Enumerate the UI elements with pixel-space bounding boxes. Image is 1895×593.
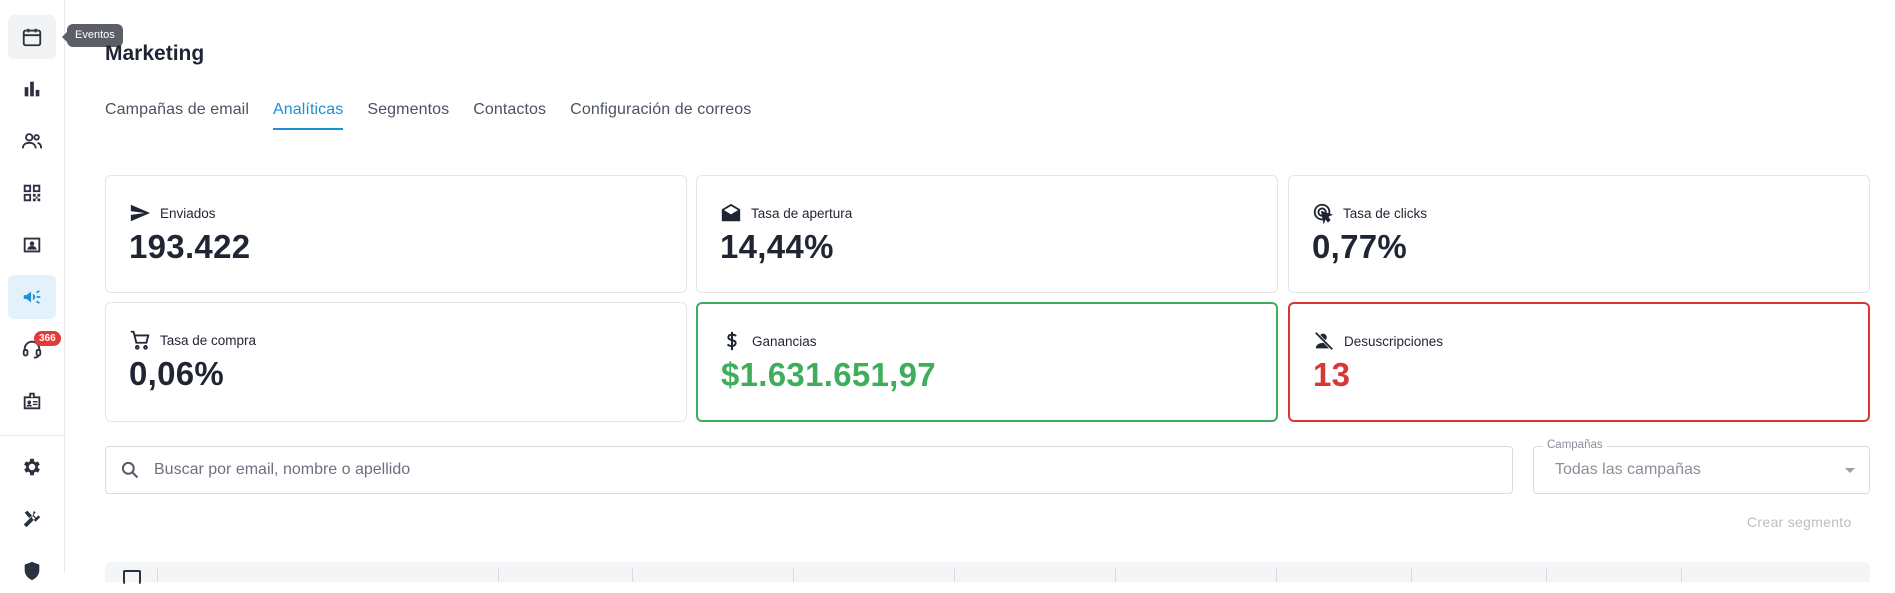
metric-card-open-rate: Tasa de apertura 14,44% <box>696 175 1278 293</box>
column-divider <box>954 568 955 582</box>
settings-gear-icon <box>24 458 40 476</box>
column-divider <box>1546 568 1547 582</box>
metric-card-unsubscribes: Desuscripciones 13 <box>1288 302 1870 422</box>
sidebar-item-marketing[interactable] <box>8 275 56 319</box>
click-icon <box>1313 203 1334 224</box>
column-divider <box>632 568 633 582</box>
sidebar-item-security[interactable] <box>8 549 56 593</box>
sidebar-item-support[interactable]: 366 <box>8 327 61 371</box>
metric-value: 0,06% <box>129 355 225 392</box>
notification-badge: 366 <box>34 331 61 346</box>
bar-chart-icon <box>24 81 40 97</box>
create-segment-button[interactable]: Crear segmento <box>1747 514 1852 530</box>
sidebar-item-stats[interactable] <box>8 67 56 111</box>
column-divider <box>157 568 158 582</box>
campaign-select-value: Todas las campañas <box>1555 461 1701 478</box>
column-divider <box>793 568 794 582</box>
sidebar-item-people[interactable] <box>8 119 56 163</box>
megaphone-icon <box>23 290 41 304</box>
metric-card-click-rate: Tasa de clicks 0,77% <box>1288 175 1870 293</box>
sidebar-item-qr[interactable] <box>8 171 56 215</box>
sidebar-item-settings[interactable] <box>8 445 56 489</box>
metric-label: Tasa de apertura <box>751 205 853 221</box>
metric-card-earnings: Ganancias $1.631.651,97 <box>696 302 1278 422</box>
sidebar-item-contacts[interactable] <box>8 223 56 267</box>
tab-segments[interactable]: Segmentos <box>367 101 449 130</box>
metric-label: Tasa de compra <box>160 332 257 348</box>
table-header <box>105 562 1870 584</box>
metric-value: 13 <box>1313 356 1351 393</box>
qr-code-icon <box>23 184 41 202</box>
campaign-select-label: Campañas <box>1543 439 1607 451</box>
metric-value: 14,44% <box>720 228 834 265</box>
metric-value: 0,77% <box>1312 228 1408 265</box>
metric-label: Enviados <box>160 205 216 221</box>
metric-label: Tasa de clicks <box>1343 205 1428 221</box>
security-shield-icon <box>24 561 40 581</box>
page-title: Marketing <box>105 42 205 65</box>
column-divider <box>1115 568 1116 582</box>
search-box <box>105 446 1513 494</box>
metric-label: Desuscripciones <box>1344 333 1444 349</box>
contact-card-icon <box>23 237 41 253</box>
tab-mail-settings[interactable]: Configuración de correos <box>570 101 751 130</box>
badge-icon <box>23 392 41 410</box>
send-icon <box>130 204 151 222</box>
search-icon <box>121 461 139 479</box>
sidebar-item-badges[interactable] <box>8 379 56 423</box>
sidebar-item-events[interactable] <box>8 15 56 59</box>
tab-contacts[interactable]: Contactos <box>473 101 546 130</box>
metric-card-purchase-rate: Tasa de compra 0,06% <box>105 302 687 422</box>
column-divider <box>498 568 499 582</box>
sidebar-item-tools[interactable] <box>8 497 56 541</box>
search-input[interactable] <box>154 461 1454 479</box>
sidebar-divider <box>0 435 64 436</box>
campaign-select[interactable]: Campañas Todas las campañas <box>1533 439 1870 494</box>
dollar-icon <box>726 331 737 351</box>
tab-email-campaigns[interactable]: Campañas de email <box>105 101 249 130</box>
column-divider <box>1276 568 1277 582</box>
calendar-icon <box>22 28 42 47</box>
metric-label: Ganancias <box>752 333 817 349</box>
person-off-icon <box>1314 331 1334 351</box>
metric-card-sent: Enviados 193.422 <box>105 175 687 293</box>
tab-analytics[interactable]: Analíticas <box>273 101 344 130</box>
chevron-down-icon <box>1845 468 1855 473</box>
cart-icon <box>130 330 150 350</box>
open-mail-icon <box>721 203 741 222</box>
metric-value: $1.631.651,97 <box>721 356 936 393</box>
column-divider <box>1681 568 1682 582</box>
tab-bar: Campañas de email Analíticas Segmentos C… <box>105 101 751 130</box>
select-all-checkbox[interactable] <box>123 570 141 584</box>
sidebar: 366 Eventos <box>0 0 123 581</box>
people-icon <box>21 133 43 149</box>
column-divider <box>1411 568 1412 582</box>
metric-value: 193.422 <box>129 228 251 265</box>
tools-icon <box>23 510 41 528</box>
